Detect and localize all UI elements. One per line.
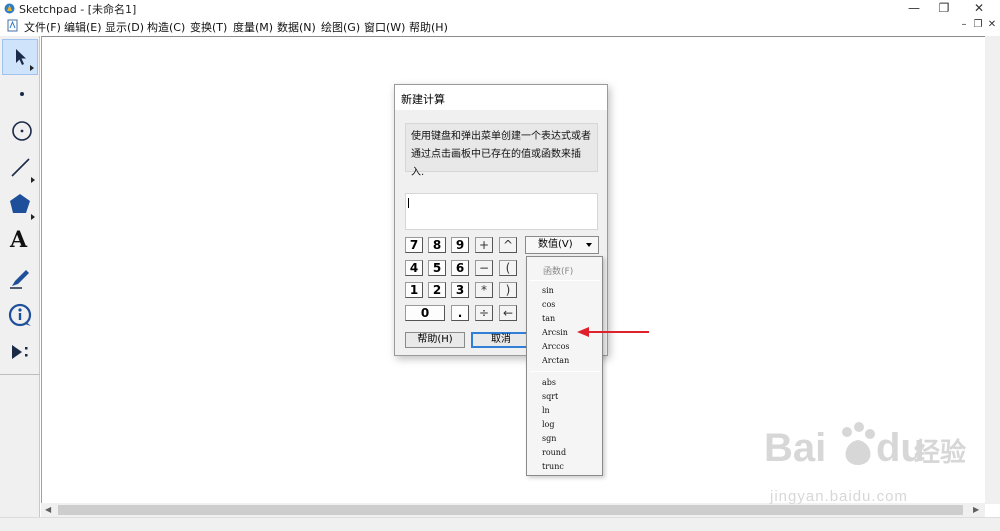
text-tool[interactable]: A	[2, 224, 38, 260]
menu-measure[interactable]: 度量(M)	[233, 19, 273, 35]
menu-item-arctan[interactable]: Arctan	[542, 356, 569, 365]
functions-popup-menu: 函数(F) sin cos tan Arcsin Arccos Arctan a…	[526, 256, 603, 476]
window-title: Sketchpad - [未命名1]	[19, 3, 137, 16]
marker-pen-icon	[10, 270, 29, 289]
tool-submenu-indicator	[31, 177, 35, 183]
key-4[interactable]: 4	[405, 260, 423, 276]
key-power[interactable]: ^	[499, 237, 517, 253]
expression-field[interactable]	[405, 193, 598, 230]
menu-separator	[530, 371, 600, 372]
menu-item-arccos[interactable]: Arccos	[542, 342, 569, 351]
menu-item-sgn[interactable]: sgn	[542, 434, 556, 443]
point-icon	[20, 92, 24, 96]
restore-button[interactable]: ❐	[930, 0, 958, 17]
document-icon[interactable]	[7, 19, 18, 32]
help-button[interactable]: 帮助(H)	[405, 332, 465, 348]
menu-bar: 文件(F) 编辑(E) 显示(D) 构造(C) 变换(T) 度量(M) 数据(N…	[0, 17, 1000, 35]
point-tool[interactable]	[2, 76, 38, 112]
menu-item-sqrt[interactable]: sqrt	[542, 392, 558, 401]
play-custom-tool-icon	[12, 345, 28, 359]
polygon-icon	[10, 194, 30, 213]
doc-restore-button[interactable]: ❐	[972, 19, 984, 31]
key-1[interactable]: 1	[405, 282, 423, 298]
compass-tool[interactable]	[2, 113, 38, 149]
tool-submenu-indicator	[30, 65, 34, 71]
straightedge-tool[interactable]	[2, 150, 38, 186]
paw-logo-icon	[842, 422, 875, 465]
toolbox: A	[0, 36, 40, 517]
instruction-text: 使用键盘和弹出菜单创建一个表达式或者通过点击画板中已存在的值或函数来插入.	[405, 123, 598, 178]
key-backspace[interactable]: ←	[499, 305, 517, 321]
doc-close-button[interactable]: ✕	[986, 19, 998, 31]
watermark-brand: Bai	[764, 426, 827, 470]
close-button[interactable]: ✕	[965, 0, 993, 17]
menu-transform[interactable]: 变换(T)	[190, 19, 227, 35]
key-divide[interactable]: ÷	[475, 305, 493, 321]
text-caret	[408, 198, 409, 208]
text-a-icon: A	[10, 227, 28, 253]
line-segment-icon	[11, 158, 30, 177]
key-multiply[interactable]: *	[475, 282, 493, 298]
menu-separator	[530, 280, 600, 281]
dialog-title: 新建计算	[395, 85, 607, 110]
key-3[interactable]: 3	[451, 282, 469, 298]
watermark-cn: 经验	[914, 437, 967, 467]
minimize-button[interactable]: —	[900, 0, 928, 17]
tool-submenu-indicator	[31, 214, 35, 220]
menu-item-round[interactable]: round	[542, 448, 566, 457]
functions-header: 函数(F)	[543, 267, 574, 277]
key-decimal[interactable]: .	[451, 305, 469, 321]
key-plus[interactable]: +	[475, 237, 493, 253]
menu-file[interactable]: 文件(F)	[24, 19, 61, 35]
key-minus[interactable]: −	[475, 260, 493, 276]
key-9[interactable]: 9	[451, 237, 469, 253]
key-open-paren[interactable]: (	[499, 260, 517, 276]
title-bar: Sketchpad - [未命名1] — ❐ ✕	[0, 0, 1000, 17]
watermark-url: jingyan.baidu.com	[770, 488, 908, 505]
key-8[interactable]: 8	[428, 237, 446, 253]
dropdown-arrow-icon	[586, 243, 592, 247]
key-7[interactable]: 7	[405, 237, 423, 253]
menu-item-cos[interactable]: cos	[542, 300, 555, 309]
scroll-left-arrow-icon[interactable]: ◀	[45, 505, 51, 514]
menu-item-trunc[interactable]: trunc	[542, 462, 564, 471]
marker-tool[interactable]	[2, 261, 38, 297]
key-5[interactable]: 5	[428, 260, 446, 276]
red-pointer-arrow-icon	[577, 327, 649, 337]
menu-item-tan[interactable]: tan	[542, 314, 555, 323]
menu-construct[interactable]: 构造(C)	[147, 19, 185, 35]
menu-display[interactable]: 显示(D)	[105, 19, 144, 35]
menu-item-sin[interactable]: sin	[542, 286, 554, 295]
menu-data[interactable]: 数据(N)	[277, 19, 316, 35]
toolbox-divider	[0, 374, 40, 375]
values-dropdown-label: 数值(V)	[538, 239, 573, 250]
information-tool[interactable]	[2, 298, 38, 334]
menu-help[interactable]: 帮助(H)	[409, 19, 448, 35]
key-2[interactable]: 2	[428, 282, 446, 298]
cancel-button[interactable]: 取消	[471, 332, 531, 348]
baidu-watermark: Bai du 经验 jingyan.baidu.com	[764, 422, 974, 512]
custom-tool[interactable]	[2, 335, 38, 371]
key-close-paren[interactable]: )	[499, 282, 517, 298]
doc-minimize-button[interactable]: –	[958, 19, 970, 31]
values-dropdown[interactable]: 数值(V)	[525, 236, 599, 254]
key-6[interactable]: 6	[451, 260, 469, 276]
menu-window[interactable]: 窗口(W)	[364, 19, 405, 35]
menu-edit[interactable]: 编辑(E)	[64, 19, 102, 35]
status-bar	[0, 517, 1000, 531]
arrow-select-tool[interactable]	[2, 39, 38, 75]
menu-graph[interactable]: 绘图(G)	[321, 19, 360, 35]
vertical-scrollbar[interactable]	[985, 36, 1000, 504]
information-icon	[8, 303, 32, 327]
menu-item-ln[interactable]: ln	[542, 406, 550, 415]
key-0[interactable]: 0	[405, 305, 445, 321]
menu-item-abs[interactable]: abs	[542, 378, 556, 387]
sketchpad-app-icon	[4, 3, 15, 14]
menu-item-log[interactable]: log	[542, 420, 555, 429]
circle-icon	[12, 121, 32, 141]
menu-item-arcsin[interactable]: Arcsin	[542, 328, 568, 337]
polygon-tool[interactable]	[2, 187, 38, 223]
